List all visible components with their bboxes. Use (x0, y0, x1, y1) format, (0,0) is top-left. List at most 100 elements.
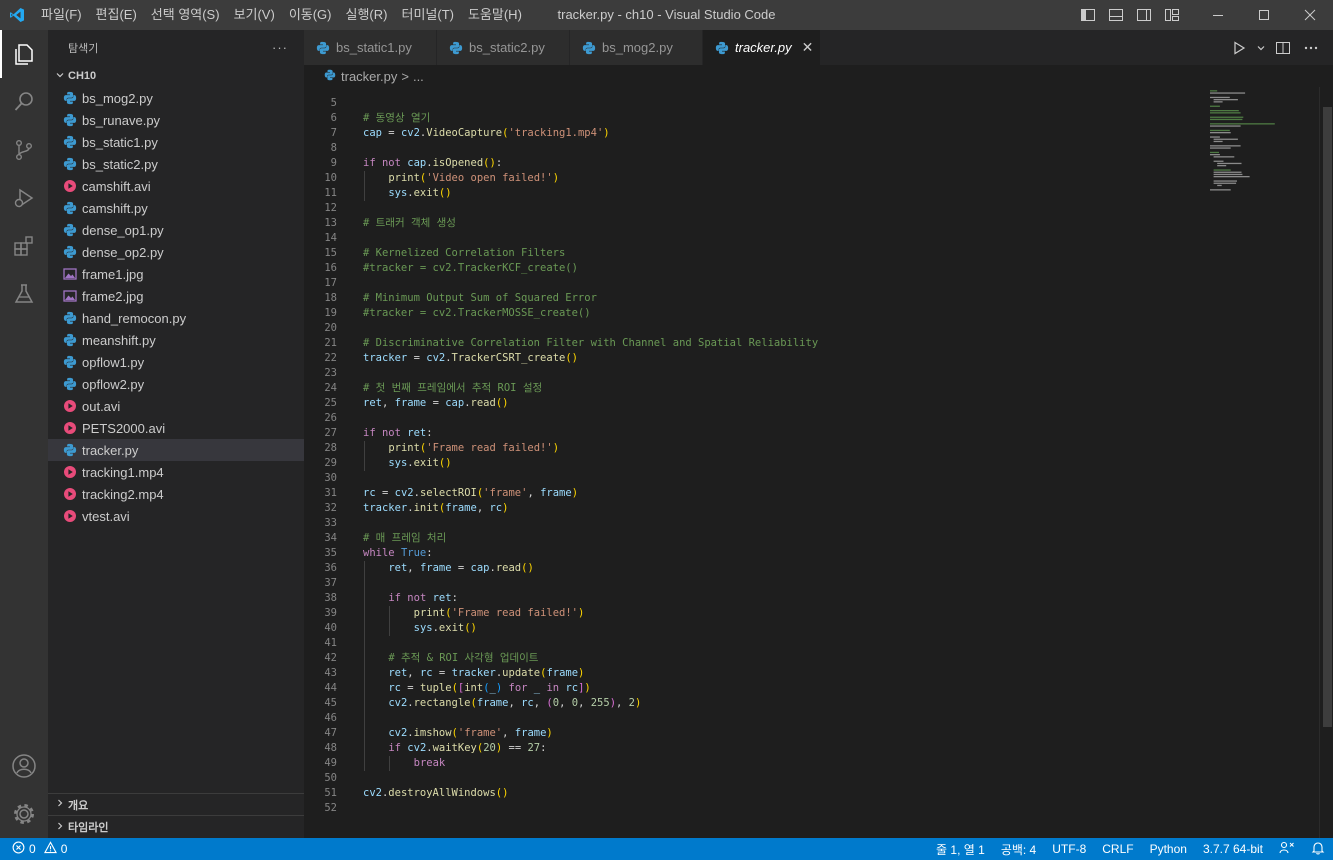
line-number: 41 (324, 637, 337, 649)
file-item[interactable]: frame2.jpg (48, 285, 304, 307)
more-actions-icon[interactable]: ··· (272, 40, 288, 55)
code-text: print('Frame read failed!') (388, 442, 560, 454)
code-line: 44 rc = tuple([int(_) for _ in rc]) (304, 681, 1194, 696)
file-item[interactable]: dense_op1.py (48, 219, 304, 241)
file-item[interactable]: opflow1.py (48, 351, 304, 373)
activity-bar-bottom (0, 742, 48, 838)
file-item[interactable]: bs_static1.py (48, 131, 304, 153)
search-icon[interactable] (0, 78, 48, 126)
language-mode[interactable]: Python (1150, 842, 1187, 856)
toggle-secondary-sidebar-icon[interactable] (1133, 4, 1155, 26)
run-dropdown-chevron-icon[interactable] (1255, 36, 1267, 60)
tab-tracker-py[interactable]: tracker.py ✕ (703, 30, 821, 65)
python-file-icon (62, 156, 78, 172)
end-of-line[interactable]: CRLF (1102, 842, 1133, 856)
file-item[interactable]: tracking2.mp4 (48, 483, 304, 505)
line-number: 36 (324, 562, 337, 574)
toggle-panel-icon[interactable] (1105, 4, 1127, 26)
extensions-icon[interactable] (0, 222, 48, 270)
close-tab-icon[interactable]: ✕ (802, 39, 814, 56)
breadcrumb-file[interactable]: tracker.py (324, 69, 397, 84)
file-item[interactable]: bs_runave.py (48, 109, 304, 131)
account-icon[interactable] (0, 742, 48, 790)
code-text: # Kernelized Correlation Filters (363, 247, 566, 259)
menu-edit[interactable]: 편집(E) (89, 0, 144, 30)
testing-icon[interactable] (0, 270, 48, 318)
code-text: sys.exit() (388, 187, 452, 199)
file-item[interactable]: meanshift.py (48, 329, 304, 351)
folder-name: CH10 (68, 70, 97, 82)
file-item[interactable]: tracker.py (48, 439, 304, 461)
editor-scrollbar[interactable] (1319, 87, 1333, 838)
menu-terminal[interactable]: 터미널(T) (394, 0, 460, 30)
file-item[interactable]: tracking1.mp4 (48, 461, 304, 483)
file-item[interactable]: out.avi (48, 395, 304, 417)
menu-selection[interactable]: 선택 영역(S) (144, 0, 227, 30)
tab-label: bs_static2.py (469, 40, 545, 55)
file-item[interactable]: opflow2.py (48, 373, 304, 395)
explorer-icon[interactable] (0, 30, 48, 78)
minimap-line (1210, 189, 1231, 191)
timeline-section-header[interactable]: 타임라인 (48, 816, 304, 838)
file-item[interactable]: frame1.jpg (48, 263, 304, 285)
toggle-primary-sidebar-icon[interactable] (1077, 4, 1099, 26)
cursor-position[interactable]: 줄 1, 열 1 (936, 841, 985, 858)
file-item[interactable]: PETS2000.avi (48, 417, 304, 439)
run-python-file-icon[interactable] (1227, 36, 1251, 60)
file-item[interactable]: vtest.avi (48, 505, 304, 527)
breadcrumb-symbol[interactable]: ... (413, 69, 424, 84)
code-line: 33 (304, 516, 1194, 531)
code-editor[interactable]: 5 6 # 동영상 열기 7 cap = cv2.VideoCapture('track… (304, 87, 1333, 838)
menu-go[interactable]: 이동(G) (282, 0, 339, 30)
tab-bs-mog2-py[interactable]: bs_mog2.py (570, 30, 703, 65)
more-actions-icon[interactable] (1299, 36, 1323, 60)
scrollbar-thumb[interactable] (1323, 107, 1332, 727)
line-number: 47 (324, 727, 337, 739)
menu-view[interactable]: 보기(V) (227, 0, 282, 30)
tab-bs-static1-py[interactable]: bs_static1.py (304, 30, 437, 65)
feedback-icon[interactable] (1279, 841, 1295, 858)
tab-bs-static2-py[interactable]: bs_static2.py (437, 30, 570, 65)
media-file-icon (62, 398, 78, 414)
line-number: 14 (324, 232, 337, 244)
code-text: if not cap.isOpened(): (363, 157, 503, 169)
line-number: 18 (324, 292, 337, 304)
python-file-icon (582, 41, 596, 55)
file-item[interactable]: bs_mog2.py (48, 87, 304, 109)
indentation[interactable]: 공백: 4 (1001, 841, 1036, 858)
file-item[interactable]: camshift.py (48, 197, 304, 219)
notifications-bell-icon[interactable] (1311, 841, 1325, 858)
split-editor-icon[interactable] (1271, 36, 1295, 60)
file-item[interactable]: bs_static2.py (48, 153, 304, 175)
line-number: 31 (324, 487, 337, 499)
source-control-icon[interactable] (0, 126, 48, 174)
code-line: 34 # 매 프레임 처리 (304, 531, 1194, 546)
file-item[interactable]: hand_remocon.py (48, 307, 304, 329)
encoding[interactable]: UTF-8 (1052, 842, 1086, 856)
problems-indicator[interactable]: 0 0 (0, 841, 67, 857)
menu-run[interactable]: 실행(R) (339, 0, 395, 30)
settings-gear-icon[interactable] (0, 790, 48, 838)
line-number: 28 (324, 442, 337, 454)
line-number: 44 (324, 682, 337, 694)
customize-layout-icon[interactable] (1161, 4, 1183, 26)
menu-help[interactable]: 도움말(H) (461, 0, 529, 30)
indent-guide (364, 561, 365, 771)
minimize-icon[interactable] (1195, 0, 1241, 30)
file-item[interactable]: dense_op2.py (48, 241, 304, 263)
code-line: 17 (304, 276, 1194, 291)
line-number: 52 (324, 802, 337, 814)
close-window-icon[interactable] (1287, 0, 1333, 30)
code-line: 36 ret, frame = cap.read() (304, 561, 1194, 576)
run-debug-icon[interactable] (0, 174, 48, 222)
outline-section-header[interactable]: 개요 (48, 794, 304, 816)
folder-section-header[interactable]: CH10 (48, 65, 304, 87)
code-line: 22 tracker = cv2.TrackerCSRT_create() (304, 351, 1194, 366)
menu-file[interactable]: 파일(F) (34, 0, 89, 30)
maximize-icon[interactable] (1241, 0, 1287, 30)
file-item[interactable]: camshift.avi (48, 175, 304, 197)
python-interpreter[interactable]: 3.7.7 64-bit (1203, 842, 1263, 856)
code-line: 52 (304, 801, 1194, 816)
python-file-icon (62, 442, 78, 458)
minimap[interactable] (1202, 87, 1312, 207)
